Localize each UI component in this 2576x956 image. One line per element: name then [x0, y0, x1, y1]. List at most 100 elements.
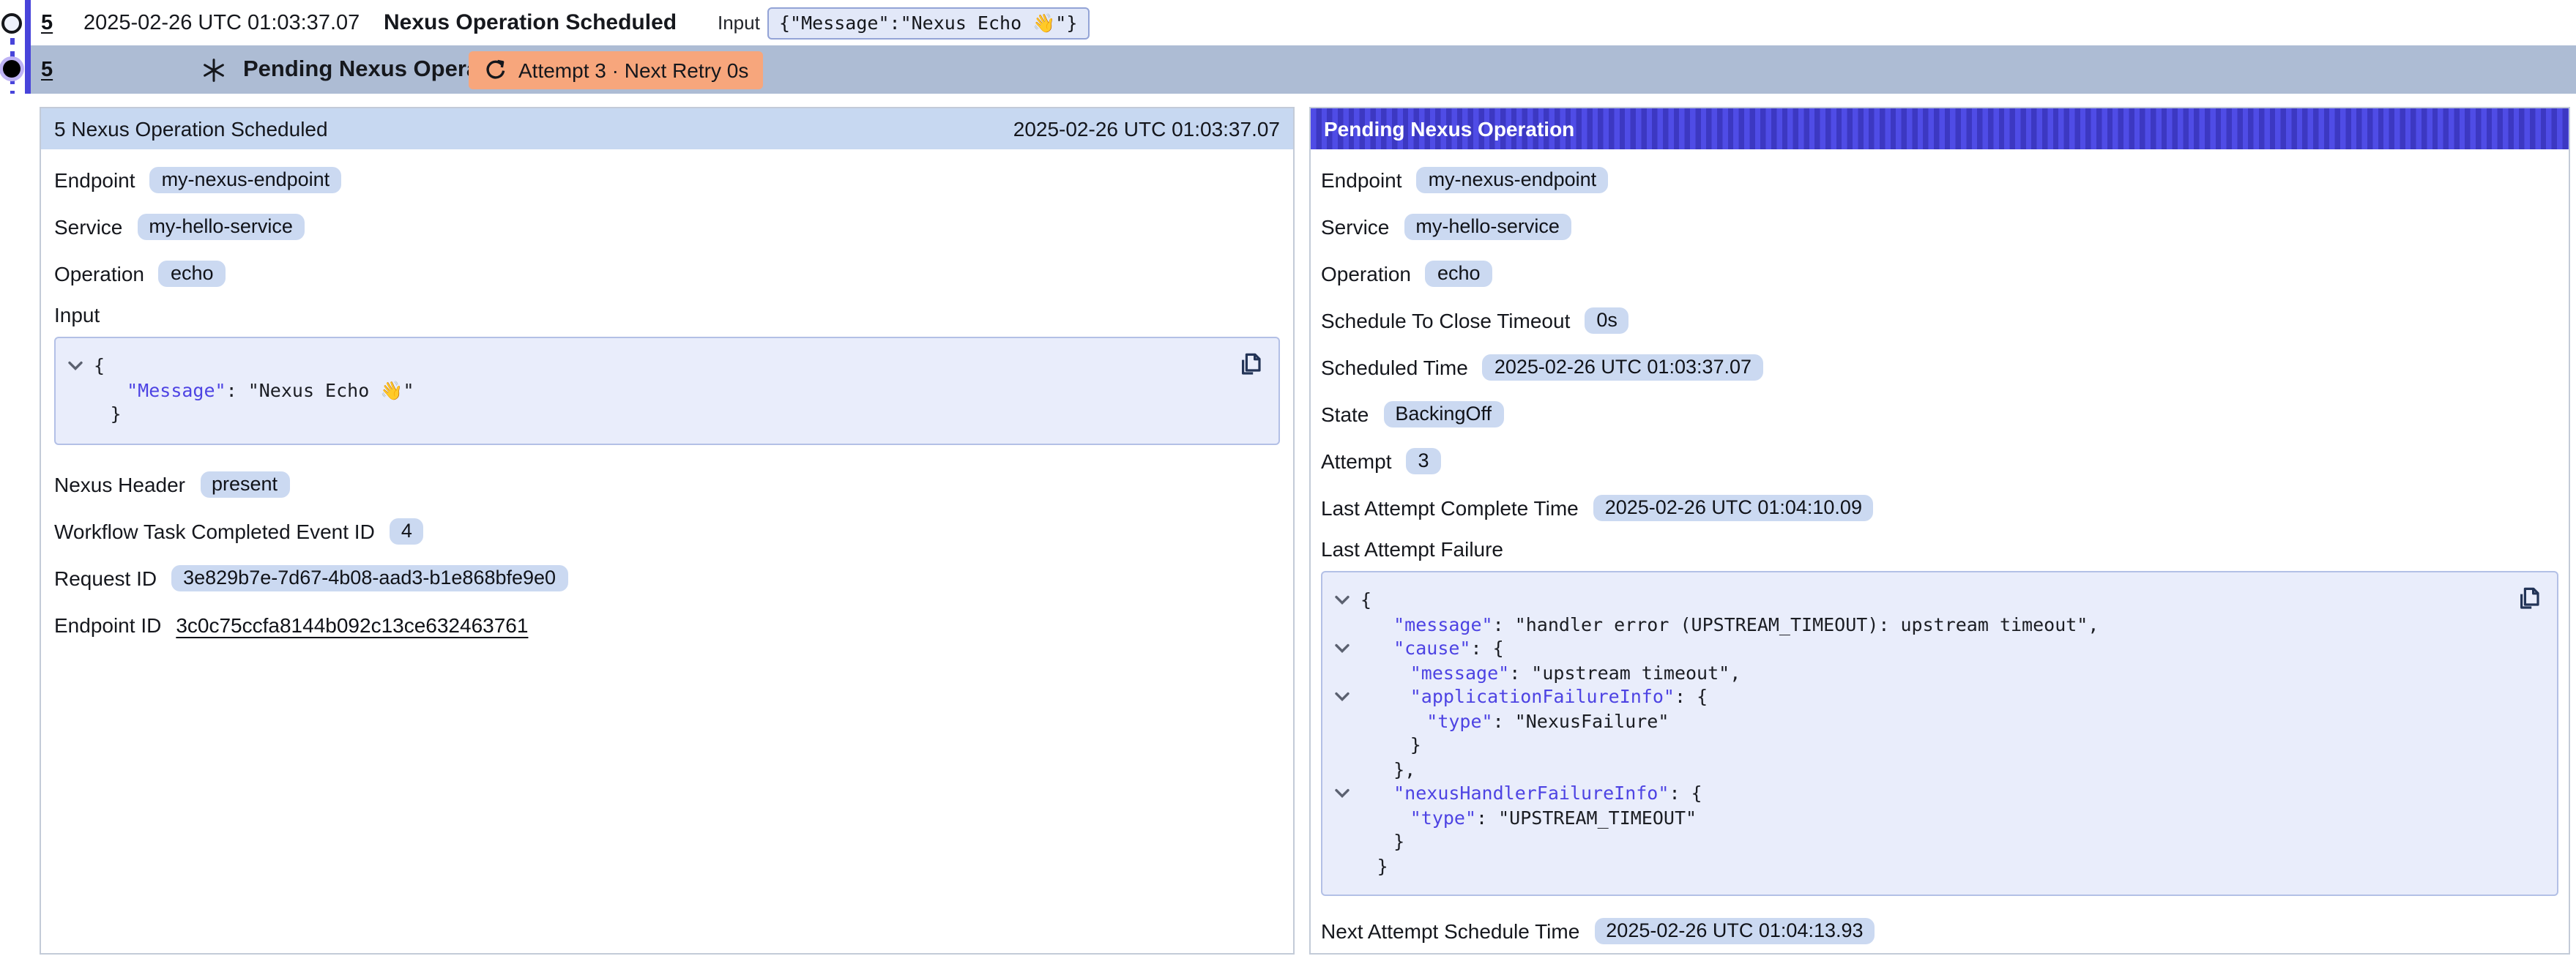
- field-value-badge: 2025-02-26 UTC 01:04:10.09: [1593, 494, 1874, 520]
- field-value-badge: 3e829b7e-7d67-4b08-aad3-b1e868bfe9e0: [171, 565, 567, 591]
- field-label: Endpoint: [54, 168, 135, 191]
- field-value-badge: my-nexus-endpoint: [1417, 166, 1609, 193]
- field-list: Endpoint my-nexus-endpoint Service my-hello…: [1321, 163, 2558, 524]
- json-line: },: [1322, 758, 2539, 782]
- detail-field: Request ID 3e829b7e-7d67-4b08-aad3-b1e868…: [54, 561, 1280, 595]
- event-id-link[interactable]: 5: [41, 0, 53, 45]
- input-inline-chip: {"Message":"Nexus Echo 👋"}: [767, 0, 1089, 45]
- detail-field: Endpoint my-nexus-endpoint: [1321, 163, 2558, 196]
- json-line: }: [1322, 830, 2539, 854]
- detail-field: Operation echo: [54, 256, 1280, 290]
- field-value-badge: 4: [390, 518, 424, 545]
- json-line: }: [56, 403, 1261, 427]
- event-history-view: 5 2025-02-26 UTC 01:03:37.07 Nexus Opera…: [0, 0, 2576, 956]
- json-key: "Message": [127, 378, 226, 400]
- field-label: Request ID: [54, 567, 157, 590]
- field-value-badge: my-hello-service: [1404, 213, 1571, 239]
- panel-header: 5 Nexus Operation Scheduled 2025-02-26 U…: [41, 108, 1293, 149]
- json-line: "type": "NexusFailure": [1322, 709, 2539, 733]
- event-detail-panel-pending: Pending Nexus Operation Endpoint my-nexus…: [1309, 107, 2570, 955]
- json-key: "nexusHandlerFailureInfo": [1393, 782, 1669, 804]
- json-key: "message": [1410, 661, 1509, 683]
- event-id-link[interactable]: 5: [41, 45, 53, 94]
- json-line: "Message": "Nexus Echo 👋": [56, 378, 1261, 403]
- json-key: "type": [1410, 806, 1476, 828]
- retry-attempt-badge: Attempt 3 · Next Retry 0s: [469, 45, 763, 94]
- json-line: "applicationFailureInfo": {: [1322, 685, 2539, 709]
- input-json-viewer: {"Message": "Nexus Echo 👋"}: [54, 337, 1280, 444]
- detail-field: Last Attempt Complete Time 2025-02-26 UTC…: [1321, 490, 2558, 524]
- field-value-badge: 3: [1407, 447, 1441, 474]
- retry-icon: [483, 58, 507, 81]
- json-key: "applicationFailureInfo": [1410, 685, 1675, 707]
- field-label: Attempt: [1321, 449, 1392, 472]
- json-line: "cause": {: [1322, 637, 2539, 661]
- copy-icon[interactable]: [1236, 348, 1265, 378]
- panel-title: 5 Nexus Operation Scheduled: [54, 117, 328, 141]
- chevron-down-icon[interactable]: [1333, 594, 1350, 606]
- field-label: Workflow Task Completed Event ID: [54, 520, 375, 543]
- chevron-down-icon[interactable]: [1333, 788, 1350, 799]
- detail-field: Workflow Task Completed Event ID 4: [54, 515, 1280, 548]
- panel-header-pending: Pending Nexus Operation: [1311, 108, 2569, 149]
- field-label: Service: [54, 214, 122, 238]
- json-key: "cause": [1393, 637, 1470, 659]
- json-line: {: [56, 354, 1261, 378]
- detail-field: Nexus Header present: [54, 468, 1280, 501]
- field-label: Operation: [54, 261, 144, 285]
- field-label: Operation: [1321, 261, 1411, 285]
- field-label: Schedule To Close Timeout: [1321, 308, 1570, 332]
- field-value-link[interactable]: 3c0c75ccfa8144b092c13ce632463761: [176, 613, 528, 637]
- copy-icon[interactable]: [2514, 583, 2544, 612]
- event-row-pending-nexus-operation[interactable]: 5 Pending Nexus Operation Attempt 3 · Ne…: [31, 45, 2576, 94]
- input-section-label: Input: [54, 303, 1280, 326]
- field-label: State: [1321, 402, 1369, 425]
- field-label: Endpoint: [1321, 168, 1402, 191]
- json-line: }: [1322, 854, 2539, 878]
- field-value-badge: echo: [159, 260, 226, 286]
- detail-field: Operation echo: [1321, 256, 2558, 290]
- event-node-icon[interactable]: [1, 13, 22, 34]
- event-title: Nexus Operation Scheduled: [384, 0, 677, 45]
- failure-section-label: Last Attempt Failure: [1321, 537, 2558, 561]
- panel-title: Pending Nexus Operation: [1324, 117, 1574, 141]
- chevron-down-icon[interactable]: [67, 360, 83, 372]
- selected-event-node-icon[interactable]: [3, 60, 21, 78]
- json-key: "message": [1393, 613, 1492, 635]
- field-list: Nexus Header present Workflow Task Complet…: [54, 468, 1280, 642]
- field-value-badge: echo: [1426, 260, 1492, 286]
- json-line: }: [1322, 733, 2539, 758]
- detail-field: Servicemy-hello-service: [54, 209, 1280, 243]
- detail-field: Endpoint ID 3c0c75ccfa8144b092c13ce632463…: [54, 608, 1280, 642]
- field-label: Endpoint ID: [54, 613, 161, 637]
- pending-asterisk-icon: [201, 45, 227, 94]
- event-detail-panel-scheduled: 5 Nexus Operation Scheduled 2025-02-26 U…: [40, 107, 1295, 955]
- field-value-badge: 2025-02-26 UTC 01:04:13.93: [1594, 917, 1875, 944]
- field-label: Service: [1321, 214, 1389, 238]
- field-value-badge: my-nexus-endpoint: [150, 166, 342, 193]
- json-line: {: [1322, 589, 2539, 613]
- event-row-nexus-operation-scheduled[interactable]: 5 2025-02-26 UTC 01:03:37.07 Nexus Opera…: [0, 0, 2576, 45]
- field-label: Next Attempt Schedule Time: [1321, 919, 1579, 942]
- field-value-badge: BackingOff: [1383, 400, 1503, 427]
- panel-time: 2025-02-26 UTC 01:03:37.07: [1013, 117, 1280, 141]
- field-list: Next Attempt Schedule Time 2025-02-26 UTC…: [1321, 914, 2558, 947]
- chevron-down-icon[interactable]: [1333, 643, 1350, 654]
- field-label: Nexus Header: [54, 473, 185, 496]
- detail-field: Attempt 3: [1321, 444, 2558, 477]
- json-key: "type": [1426, 709, 1492, 731]
- field-label: Last Attempt Complete Time: [1321, 496, 1579, 519]
- input-inline-label: Input: [718, 0, 760, 45]
- json-line: "nexusHandlerFailureInfo": {: [1322, 782, 2539, 806]
- detail-field: Next Attempt Schedule Time 2025-02-26 UTC…: [1321, 914, 2558, 947]
- field-list: Endpoint my-nexus-endpoint Servicemy-hello…: [54, 163, 1280, 290]
- detail-field: Schedule To Close Timeout 0s: [1321, 303, 2558, 337]
- field-value-badge: present: [200, 471, 289, 498]
- detail-field: State BackingOff: [1321, 397, 2558, 430]
- field-value-badge: 0s: [1585, 307, 1629, 333]
- chevron-down-icon[interactable]: [1333, 691, 1350, 703]
- detail-field: Service my-hello-service: [1321, 209, 2558, 243]
- json-line: "message": "handler error (UPSTREAM_TIME…: [1322, 613, 2539, 637]
- detail-field: Scheduled Time2025-02-26 UTC 01:03:37.07: [1321, 350, 2558, 384]
- json-line: "type": "UPSTREAM_TIMEOUT": [1322, 806, 2539, 830]
